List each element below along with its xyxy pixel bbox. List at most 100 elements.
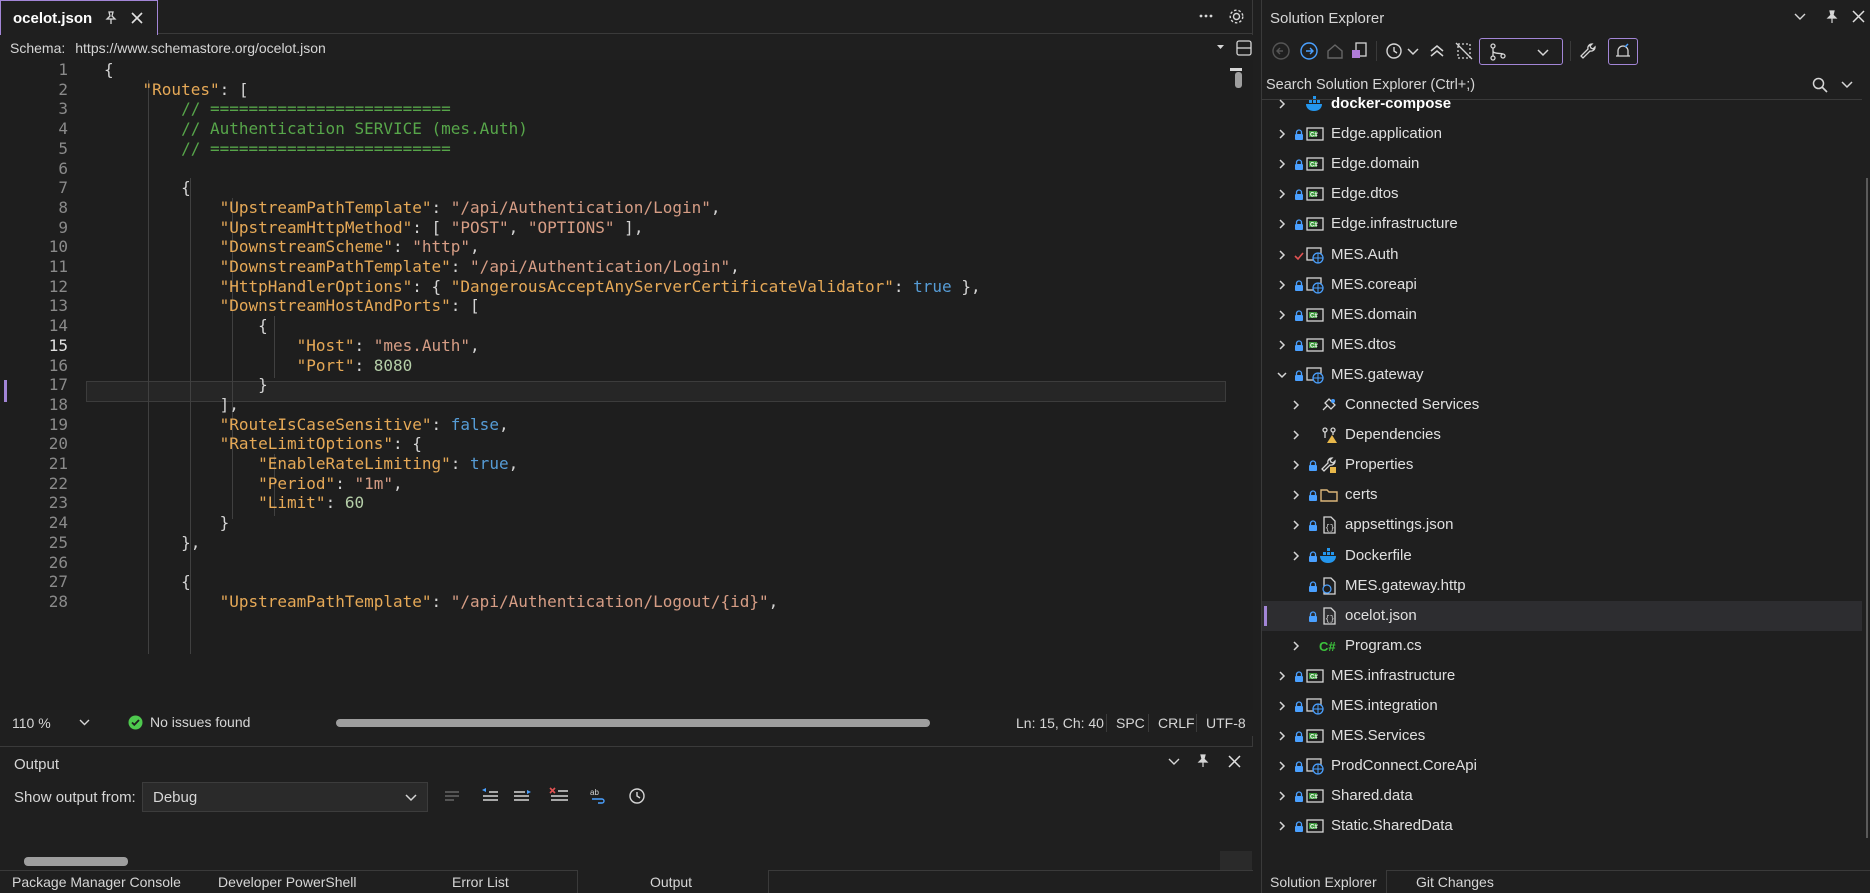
tree-item[interactable]: MES.gateway — [1262, 360, 1862, 390]
tab-error-list[interactable]: Error List — [452, 874, 509, 890]
tab-git-changes[interactable]: Git Changes — [1416, 874, 1494, 890]
code-line[interactable]: "UpstreamHttpMethod": [ "POST", "OPTIONS… — [104, 218, 644, 237]
output-scrollbar-thumb[interactable] — [24, 857, 128, 866]
horizontal-scrollbar-thumb[interactable] — [336, 719, 930, 727]
chevron-down-icon[interactable] — [1168, 758, 1180, 766]
chevron-right-icon[interactable] — [1290, 459, 1302, 471]
code-line[interactable]: "Port": 8080 — [104, 356, 413, 375]
chevron-right-icon[interactable] — [1276, 218, 1288, 230]
tree-item[interactable]: MES.Auth — [1262, 240, 1862, 270]
tree-item[interactable]: MES.integration — [1262, 691, 1862, 721]
tree-scrollbar[interactable] — [1866, 178, 1868, 838]
code-line[interactable]: { — [104, 178, 191, 197]
vertical-scrollbar-thumb[interactable] — [1235, 72, 1242, 88]
code-line[interactable]: "Period": "1m", — [104, 474, 403, 493]
tree-item[interactable]: C# MES.dtos — [1262, 330, 1862, 360]
code-line[interactable]: "DownstreamHostAndPorts": [ — [104, 296, 480, 315]
chevron-right-icon[interactable] — [1290, 489, 1302, 501]
chevron-right-icon[interactable] — [1276, 730, 1288, 742]
code-line[interactable]: "UpstreamPathTemplate": "/api/Authentica… — [104, 592, 779, 611]
tab-developer-powershell[interactable]: Developer PowerShell — [218, 874, 357, 890]
tree-item[interactable]: ProdConnect.CoreApi — [1262, 751, 1862, 781]
home-icon[interactable] — [1325, 41, 1347, 63]
code-line[interactable]: } — [104, 513, 230, 532]
pending-changes-filter[interactable] — [1479, 38, 1563, 65]
tree-item[interactable]: C# MES.Services — [1262, 721, 1862, 751]
whitespace-indicator[interactable]: SPC — [1116, 715, 1145, 731]
tab-package-manager-console[interactable]: Package Manager Console — [12, 874, 181, 890]
encoding-indicator[interactable]: UTF-8 — [1206, 715, 1246, 731]
code-line[interactable]: // Authentication SERVICE (mes.Auth) — [104, 119, 528, 138]
tree-item[interactable]: C# Program.cs — [1262, 631, 1862, 661]
chevron-right-icon[interactable] — [1276, 249, 1288, 261]
line-ending-indicator[interactable]: CRLF — [1158, 715, 1195, 731]
split-editor-icon[interactable] — [1235, 39, 1253, 57]
code-line[interactable]: "DownstreamScheme": "http", — [104, 237, 480, 256]
code-line[interactable]: "RouteIsCaseSensitive": false, — [104, 415, 509, 434]
code-line[interactable]: // ========================= — [104, 99, 451, 118]
tree-item[interactable]: Connected Services — [1262, 390, 1862, 420]
chevron-right-icon[interactable] — [1290, 640, 1302, 652]
clear-all-icon[interactable] — [549, 787, 569, 805]
code-line[interactable]: } — [104, 375, 268, 394]
previous-message-icon[interactable] — [480, 787, 500, 805]
chevron-right-icon[interactable] — [1276, 339, 1288, 351]
tree-item[interactable]: certs — [1262, 480, 1862, 510]
forward-icon[interactable] — [1299, 41, 1321, 63]
code-line[interactable]: "UpstreamPathTemplate": "/api/Authentica… — [104, 198, 721, 217]
tree-item[interactable]: C# Edge.domain — [1262, 149, 1862, 179]
chevron-down-icon[interactable] — [1794, 13, 1806, 21]
tree-item[interactable]: Dockerfile — [1262, 541, 1862, 571]
tree-item[interactable]: Dependencies — [1262, 420, 1862, 450]
chevron-right-icon[interactable] — [1276, 670, 1288, 682]
code-line[interactable]: "DownstreamPathTemplate": "/api/Authenti… — [104, 257, 740, 276]
tab-ocelot-json[interactable]: ocelot.json — [0, 0, 158, 35]
zoom-dropdown[interactable]: 110 % — [6, 710, 98, 736]
chevron-right-icon[interactable] — [1276, 128, 1288, 140]
code-line[interactable]: { — [104, 60, 114, 79]
tree-item[interactable]: MES.coreapi — [1262, 270, 1862, 300]
schema-dropdown[interactable]: https://www.schemastore.org/ocelot.json — [71, 36, 1229, 59]
tree-item[interactable]: C# Edge.application — [1262, 119, 1862, 149]
tab-solution-explorer[interactable]: Solution Explorer — [1270, 874, 1377, 890]
preview-selected-items-button[interactable] — [1608, 38, 1638, 65]
show-all-files-icon[interactable] — [1454, 41, 1476, 63]
pin-icon[interactable] — [1825, 10, 1839, 24]
more-options-icon[interactable] — [1198, 8, 1214, 24]
code-line[interactable]: "EnableRateLimiting": true, — [104, 454, 518, 473]
code-line[interactable]: "Routes": [ — [104, 80, 249, 99]
collapse-all-icon[interactable] — [1427, 41, 1449, 63]
close-icon[interactable] — [1852, 10, 1865, 23]
tab-output[interactable]: Output — [650, 874, 692, 890]
code-line[interactable]: ], — [104, 395, 239, 414]
tree-item[interactable]: C# Static.SharedData — [1262, 811, 1862, 841]
properties-wrench-icon[interactable] — [1578, 41, 1600, 63]
find-message-icon[interactable] — [443, 787, 461, 805]
pin-icon[interactable] — [1196, 754, 1210, 768]
tree-item[interactable]: {} ocelot.json — [1262, 600, 1862, 631]
chevron-right-icon[interactable] — [1276, 820, 1288, 832]
back-icon[interactable] — [1271, 41, 1293, 63]
code-line[interactable]: "HttpHandlerOptions": { "DangerousAccept… — [104, 277, 981, 296]
output-source-select[interactable]: Debug — [142, 782, 428, 812]
code-line[interactable]: // ========================= — [104, 139, 451, 158]
tree-item[interactable]: C# Shared.data — [1262, 781, 1862, 811]
history-icon[interactable] — [1384, 41, 1406, 63]
code-line[interactable]: { — [104, 572, 191, 591]
tree-item[interactable]: C# Edge.infrastructure — [1262, 209, 1862, 239]
word-wrap-icon[interactable]: ab — [589, 787, 609, 805]
tree-item[interactable]: C# MES.infrastructure — [1262, 661, 1862, 691]
code-line[interactable]: "Limit": 60 — [104, 493, 364, 512]
code-line[interactable]: "Host": "mes.Auth", — [104, 336, 480, 355]
cursor-position[interactable]: Ln: 15, Ch: 40 — [1016, 715, 1104, 731]
close-icon[interactable] — [130, 11, 144, 25]
tree-item[interactable]: docker-compose — [1262, 89, 1862, 119]
chevron-right-icon[interactable] — [1276, 309, 1288, 321]
close-icon[interactable] — [1228, 755, 1241, 768]
chevron-down-icon[interactable] — [1406, 41, 1428, 63]
pin-icon[interactable] — [104, 11, 118, 25]
chevron-right-icon[interactable] — [1290, 399, 1302, 411]
chevron-right-icon[interactable] — [1290, 519, 1302, 531]
chevron-right-icon[interactable] — [1276, 760, 1288, 772]
gear-icon[interactable] — [1228, 8, 1245, 25]
